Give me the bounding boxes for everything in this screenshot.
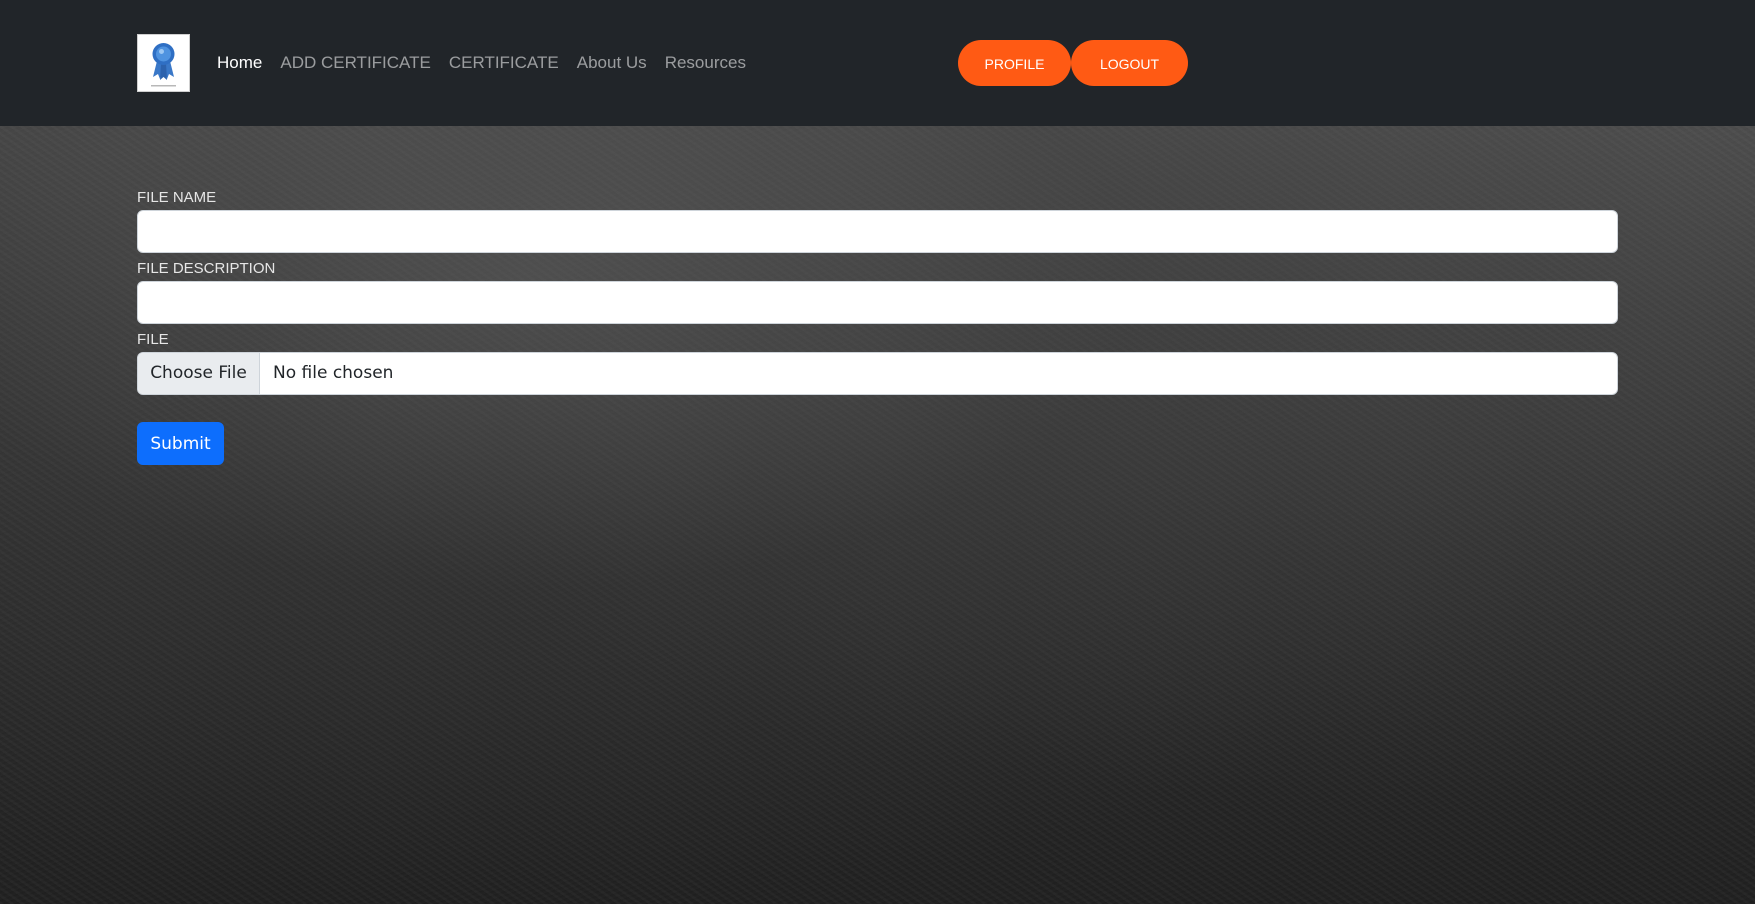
nav-link-certificate[interactable]: CERTIFICATE — [449, 50, 559, 76]
file-name-label: FILE NAME — [137, 189, 217, 206]
logout-button[interactable]: LOGOUT — [1071, 40, 1188, 86]
file-status-text: No file chosen — [273, 363, 394, 383]
nav-link-add-certificate[interactable]: ADD CERTIFICATE — [280, 50, 431, 76]
profile-button[interactable]: PROFILE — [958, 40, 1071, 86]
file-description-label: FILE DESCRIPTION — [137, 260, 276, 277]
submit-button[interactable]: Submit — [137, 422, 224, 465]
top-navbar: Home ADD CERTIFICATE CERTIFICATE About U… — [0, 0, 1755, 126]
site-logo[interactable] — [137, 34, 190, 92]
file-upload-input[interactable]: Choose File No file chosen — [137, 352, 1618, 395]
nav-link-about-us[interactable]: About Us — [577, 50, 647, 76]
nav-link-resources[interactable]: Resources — [665, 50, 746, 76]
choose-file-button[interactable]: Choose File — [138, 353, 260, 394]
nav-links: Home ADD CERTIFICATE CERTIFICATE About U… — [217, 50, 764, 76]
certificate-ribbon-icon — [151, 43, 176, 87]
file-name-input[interactable] — [137, 210, 1618, 253]
upload-certificate-form: FILE NAME FILE DESCRIPTION FILE Choose F… — [137, 186, 1618, 395]
file-label: FILE — [137, 331, 169, 348]
file-description-input[interactable] — [137, 281, 1618, 324]
nav-link-home[interactable]: Home — [217, 50, 262, 76]
